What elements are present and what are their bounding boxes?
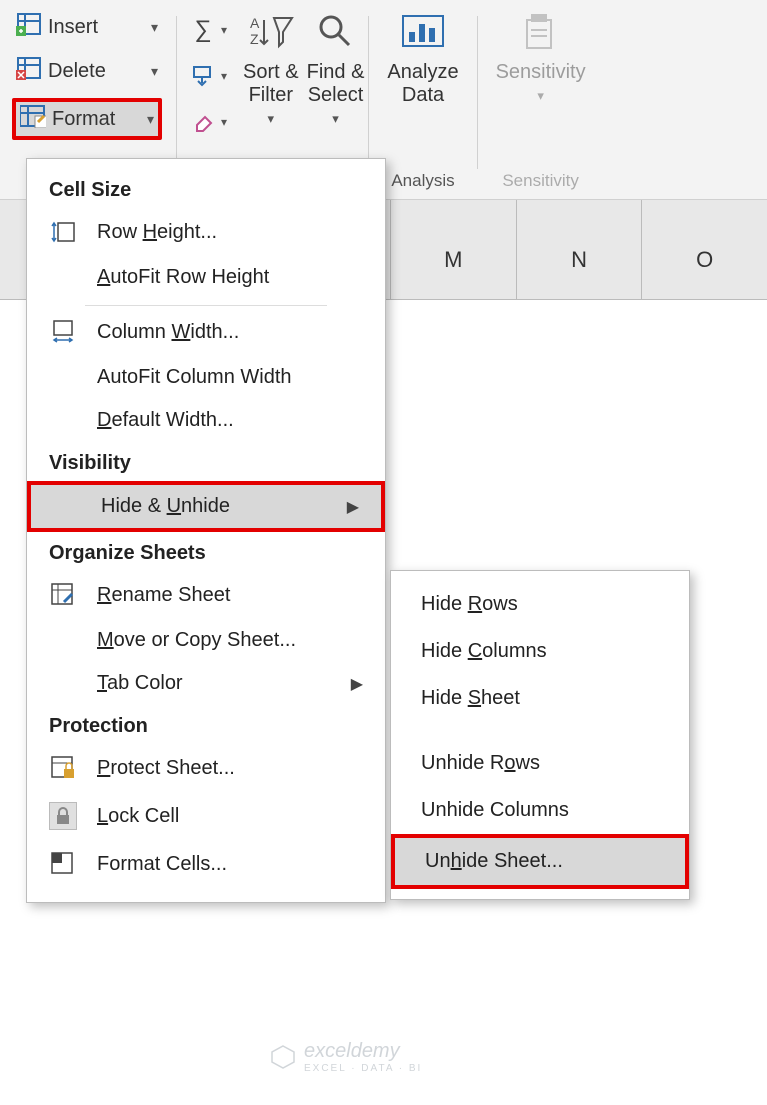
menu-label: Column Width... (97, 321, 239, 344)
insert-label: Insert (48, 16, 98, 39)
menu-label: Format Cells... (97, 853, 227, 876)
menu-item-lock-cell[interactable]: Lock Cell (27, 792, 385, 840)
menu-label: Rename Sheet (97, 584, 230, 607)
insert-icon (16, 12, 42, 42)
menu-header-visibility: Visibility (27, 442, 385, 481)
sigma-icon: ∑ (189, 16, 217, 44)
submenu-label: Hide Rows (421, 593, 518, 615)
menu-item-default-width[interactable]: Default Width... (27, 399, 385, 442)
menu-label: Tab Color (97, 672, 183, 695)
lock-icon (49, 802, 77, 830)
clear-button[interactable]: ▾ (189, 108, 227, 136)
chevron-down-icon: ▾ (151, 63, 158, 80)
format-menu: Cell Size Row Height... AutoFit Row Heig… (26, 158, 386, 903)
format-icon (20, 104, 46, 134)
chevron-down-icon: ▾ (221, 69, 227, 83)
delete-label: Delete (48, 60, 106, 83)
insert-button[interactable]: Insert ▾ (12, 10, 162, 44)
menu-item-hide-unhide[interactable]: Hide & Unhide ▶ (27, 481, 385, 532)
submenu-unhide-columns[interactable]: Unhide Columns (391, 787, 689, 834)
chevron-down-icon: ▾ (147, 111, 154, 128)
menu-item-autofit-column[interactable]: AutoFit Column Width (27, 356, 385, 399)
fill-down-icon (189, 62, 217, 90)
chevron-down-icon: ▾ (268, 111, 275, 127)
format-label: Format (52, 108, 115, 131)
autosum-button[interactable]: ∑ ▾ (189, 16, 227, 44)
submenu-label: Unhide Columns (421, 799, 569, 821)
menu-item-format-cells[interactable]: Format Cells... (27, 840, 385, 888)
menu-label: Move or Copy Sheet... (97, 629, 296, 652)
svg-text:Z: Z (250, 31, 259, 47)
watermark-sub: EXCEL · DATA · BI (304, 1063, 422, 1074)
menu-label: Protect Sheet... (97, 757, 235, 780)
chevron-down-icon: ▾ (537, 88, 544, 104)
rename-icon (49, 581, 77, 609)
sensitivity-button[interactable]: Sensitivity ▾ (492, 6, 590, 104)
submenu-hide-columns[interactable]: Hide Columns (391, 628, 689, 675)
protect-sheet-icon (49, 754, 77, 782)
watermark-brand: exceldemy (304, 1040, 422, 1063)
submenu-unhide-sheet[interactable]: Unhide Sheet... (391, 834, 689, 889)
column-header-m[interactable]: M (390, 200, 516, 299)
submenu-hide-sheet[interactable]: Hide Sheet (391, 675, 689, 722)
submenu-unhide-rows[interactable]: Unhide Rows (391, 740, 689, 787)
menu-label: Default Width... (97, 409, 234, 432)
sort-filter-icon: AZ (248, 12, 294, 57)
sort-filter-label: Sort & Filter (243, 61, 299, 107)
menu-item-move-copy-sheet[interactable]: Move or Copy Sheet... (27, 619, 385, 662)
svg-text:A: A (250, 15, 260, 31)
column-header-o[interactable]: O (641, 200, 767, 299)
hide-unhide-submenu: Hide Rows Hide Columns Hide Sheet Unhide… (390, 570, 690, 900)
menu-item-rename-sheet[interactable]: Rename Sheet (27, 571, 385, 619)
menu-item-column-width[interactable]: Column Width... (27, 308, 385, 356)
analyze-data-label: Analyze Data (387, 61, 458, 107)
chevron-down-icon: ▾ (221, 115, 227, 129)
format-cells-icon (49, 850, 77, 878)
group-label-sensitivity: Sensitivity (478, 171, 604, 191)
watermark: exceldemy EXCEL · DATA · BI (270, 1040, 422, 1074)
menu-divider (85, 305, 327, 306)
menu-label: Hide & Unhide (101, 495, 230, 518)
column-header-n[interactable]: N (516, 200, 642, 299)
watermark-icon (270, 1044, 296, 1070)
menu-header-organize: Organize Sheets (27, 532, 385, 571)
menu-item-row-height[interactable]: Row Height... (27, 208, 385, 256)
chevron-down-icon: ▾ (332, 111, 339, 127)
sensitivity-label: Sensitivity (496, 61, 586, 84)
format-button[interactable]: Format ▾ (12, 98, 162, 140)
submenu-label: Hide Sheet (421, 687, 520, 709)
delete-button[interactable]: Delete ▾ (12, 54, 162, 88)
analyze-icon (401, 12, 445, 57)
row-height-icon (49, 218, 77, 246)
menu-item-autofit-row[interactable]: AutoFit Row Height (27, 256, 385, 299)
submenu-hide-rows[interactable]: Hide Rows (391, 581, 689, 628)
submenu-arrow-icon: ▶ (347, 497, 359, 517)
submenu-label: Hide Columns (421, 640, 547, 662)
menu-header-cell-size: Cell Size (27, 169, 385, 208)
find-select-label: Find & Select (307, 61, 365, 107)
menu-label: Row Height... (97, 221, 217, 244)
menu-item-protect-sheet[interactable]: Protect Sheet... (27, 744, 385, 792)
chevron-down-icon: ▾ (151, 19, 158, 36)
eraser-icon (189, 108, 217, 136)
find-icon (316, 12, 356, 57)
chevron-down-icon: ▾ (221, 23, 227, 37)
menu-header-protection: Protection (27, 705, 385, 744)
menu-item-tab-color[interactable]: Tab Color ▶ (27, 662, 385, 705)
menu-label: AutoFit Row Height (97, 266, 269, 289)
submenu-label: Unhide Sheet... (425, 850, 563, 872)
ribbon-group-sensitivity: Sensitivity ▾ Sensitivity (478, 6, 604, 199)
submenu-label: Unhide Rows (421, 752, 540, 774)
menu-label: Lock Cell (97, 805, 179, 828)
delete-icon (16, 56, 42, 86)
fill-button[interactable]: ▾ (189, 62, 227, 90)
analyze-data-button[interactable]: Analyze Data (383, 6, 462, 107)
submenu-arrow-icon: ▶ (351, 674, 363, 694)
sensitivity-icon (521, 12, 561, 57)
menu-label: AutoFit Column Width (97, 366, 292, 389)
column-width-icon (49, 318, 77, 346)
